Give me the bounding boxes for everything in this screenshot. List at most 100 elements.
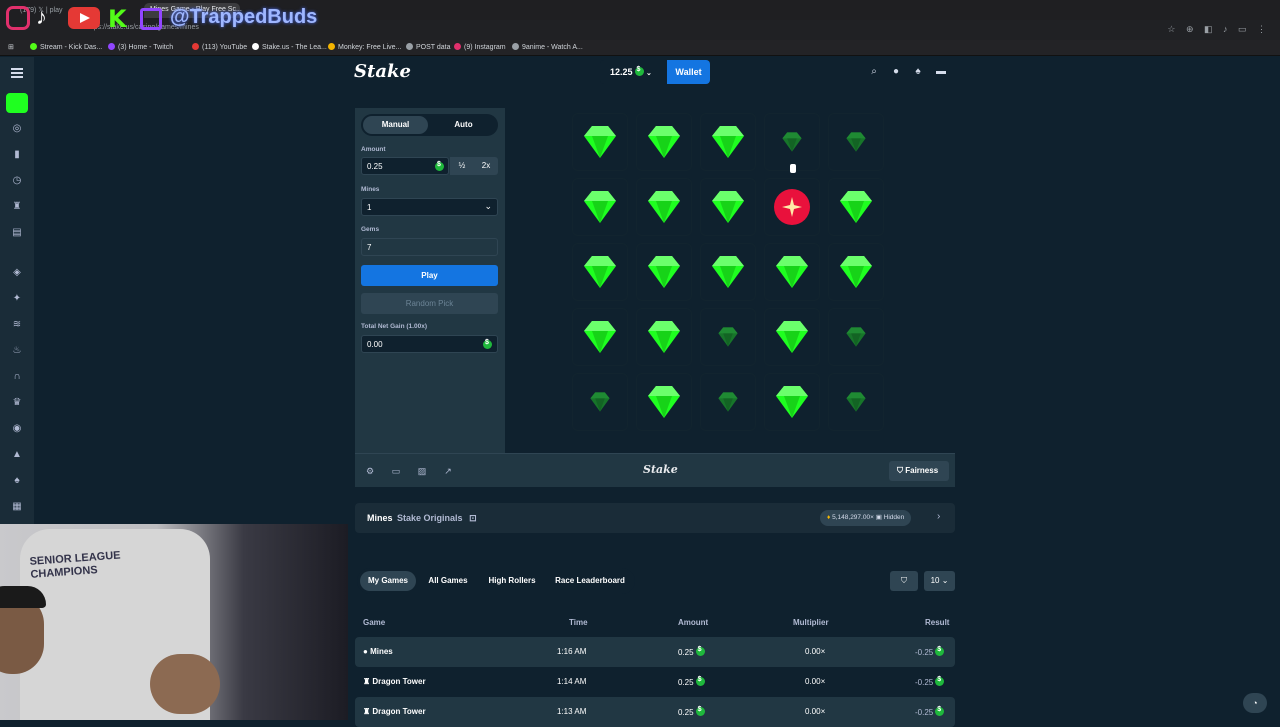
row-amount: 0.25 [678,646,705,657]
search-icon[interactable]: ⌕ [868,66,880,78]
tab-my-games[interactable]: My Games [360,571,416,591]
mine-tile[interactable] [764,308,820,366]
play-button[interactable]: Play [361,265,498,286]
mine-tile[interactable] [636,373,692,431]
mine-tile[interactable] [764,243,820,301]
mine-tile[interactable] [764,373,820,431]
mine-tile[interactable] [828,308,884,366]
gem-unrevealed-icon [846,392,866,412]
bookmark-item[interactable]: (113) YouTube [192,43,247,51]
mine-tile[interactable] [828,243,884,301]
grid-icon[interactable]: ▦ [11,501,23,513]
fairness-button[interactable]: ⛉ Fairness [889,461,949,481]
slots-icon[interactable]: ≋ [11,319,23,331]
mine-tile[interactable] [636,113,692,171]
apps-icon[interactable]: ⊞ [8,43,14,51]
balance-selector[interactable]: 12.25 ⌄ [600,60,662,84]
headset-icon[interactable]: ∩ [11,371,23,383]
mine-tile[interactable] [572,243,628,301]
bookmark-item[interactable]: (3) Home - Twitch [108,43,173,51]
sparkle-icon[interactable]: ✦ [11,293,23,305]
bookmark-item[interactable]: 9anime - Watch A... [512,43,583,51]
menu-icon[interactable] [11,68,23,78]
mine-tile[interactable] [572,308,628,366]
tab-auto[interactable]: Auto [431,116,496,134]
cards-icon[interactable]: ♠ [11,475,23,487]
settings-icon[interactable]: ⚙ [365,466,375,476]
bookmark-item[interactable]: POST data [406,43,451,51]
mine-tile[interactable] [572,113,628,171]
document-icon[interactable]: ▤ [11,227,23,239]
mine-tile[interactable] [828,373,884,431]
page-size-select[interactable]: 10 ⌄ [924,571,955,591]
mine-tile[interactable] [700,373,756,431]
mine-tile[interactable] [700,243,756,301]
mine-tile[interactable] [700,178,756,236]
mode-toggle: Manual Auto [361,114,498,136]
popout-icon[interactable]: ↗ [443,466,453,476]
row-game[interactable]: ♜ Dragon Tower [363,677,426,686]
table-row[interactable]: ● Mines 1:16 AM 0.25 0.00× -0.25 [355,637,955,667]
mine-tile[interactable] [572,373,628,431]
casino-shortcut[interactable] [6,93,28,113]
mine-tile[interactable] [828,113,884,171]
tab-race-leaderboard[interactable]: Race Leaderboard [549,571,631,591]
user-icon[interactable]: ● [890,66,902,78]
mine-tile[interactable] [636,308,692,366]
tab-all-games[interactable]: All Games [420,571,476,591]
bell-icon[interactable]: ♠ [912,66,924,78]
mine-tile[interactable] [764,113,820,171]
stats-icon[interactable]: ▨ [417,466,427,476]
wallet-button[interactable]: Wallet [667,60,710,84]
chat-icon[interactable]: ▬ [935,66,947,78]
mine-tile[interactable] [764,178,820,236]
support-chat-button[interactable]: ◔ [1243,693,1267,713]
originals-icon[interactable]: ◈ [11,267,23,279]
fire-icon[interactable]: ♨ [11,345,23,357]
amount-field[interactable]: 0.25 [361,157,449,175]
gem-icon [648,386,680,418]
col-amount: Amount [678,618,709,627]
bookmark-icon[interactable]: ▮ [11,149,23,161]
balance-amount: 12.25 [610,67,633,77]
stake-logo[interactable]: Stake [354,61,411,82]
half-button[interactable]: ½ [450,157,474,175]
tab-manual[interactable]: Manual [363,116,428,134]
mine-tile[interactable] [700,113,756,171]
game-info-bar[interactable]: Mines Stake Originals ⊡ ♦ 5,148,297.00× … [355,503,955,533]
mine-tile[interactable] [828,178,884,236]
trophy-icon[interactable]: ♜ [11,201,23,213]
bookmark-item[interactable]: Monkey: Free Live... [328,43,401,51]
table-row[interactable]: ♜ Dragon Tower 1:13 AM 0.25 0.00× -0.25 [355,697,955,727]
mine-tile[interactable] [572,178,628,236]
mine-tile[interactable] [636,243,692,301]
crown-icon[interactable]: ♛ [11,397,23,409]
row-game[interactable]: ● Mines [363,647,393,656]
twitch-icon [140,8,162,30]
mine-tile[interactable] [636,178,692,236]
bookmark-icon[interactable]: ⊡ [469,513,477,523]
theatre-icon[interactable]: ▭ [391,466,401,476]
flask-icon[interactable]: ▲ [11,449,23,461]
mine-tile[interactable] [700,308,756,366]
bookmark-item[interactable]: Stake.us - The Lea... [252,43,327,51]
tab-high-rollers[interactable]: High Rollers [481,571,543,591]
table-row[interactable]: ♜ Dragon Tower 1:14 AM 0.25 0.00× -0.25 [355,667,955,697]
row-game[interactable]: ♜ Dragon Tower [363,707,426,716]
double-button[interactable]: 2x [474,157,498,175]
bookmark-item[interactable]: Stream - Kick Das... [30,43,102,51]
hide-stats-button[interactable]: ⛉ [890,571,918,591]
bookmark-item[interactable]: (9) Instagram [454,43,506,51]
gem-icon [712,126,744,158]
bookmark-label: Stake.us - The Lea... [262,44,327,51]
random-pick-button[interactable]: Random Pick [361,293,498,314]
compass-icon[interactable]: ◎ [11,123,23,135]
max-win-value: 5,148,297.00× [832,514,874,521]
gem-icon [648,126,680,158]
clock-icon[interactable]: ◷ [11,175,23,187]
live-icon[interactable]: ◉ [11,423,23,435]
dragon-tower-icon: ♜ [363,707,373,716]
extension-icons[interactable]: ☆ ⊕ ◧ ♪ ▭ ⋮ [1167,24,1270,35]
chevron-right-icon[interactable]: › [937,511,940,522]
mines-select[interactable]: 1 ⌄ [361,198,498,216]
